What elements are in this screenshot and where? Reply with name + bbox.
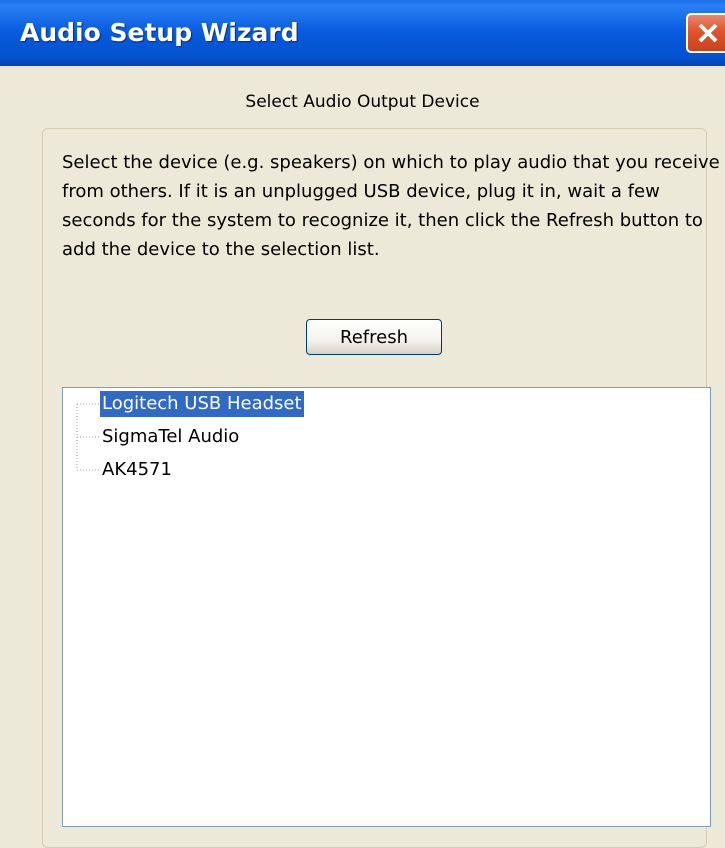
close-button[interactable] [686, 13, 725, 53]
instructions-text: Select the device (e.g. speakers) on whi… [62, 152, 720, 260]
window-title: Audio Setup Wizard [20, 18, 299, 47]
device-item-logitech-usb-headset[interactable]: Logitech USB Headset [100, 391, 304, 417]
device-item-sigmatel-audio[interactable]: SigmaTel Audio [100, 424, 241, 450]
close-icon [698, 23, 718, 43]
device-item-ak4571[interactable]: AK4571 [100, 457, 174, 483]
tree-connector-lines [76, 403, 99, 471]
device-tree[interactable]: Logitech USB Headset SigmaTel Audio AK45… [62, 387, 711, 827]
title-bar[interactable]: Audio Setup Wizard [0, 0, 725, 66]
wizard-body: Select Audio Output Device Select the de… [0, 66, 725, 848]
refresh-button[interactable]: Refresh [306, 319, 442, 355]
page-heading: Select Audio Output Device [245, 92, 480, 112]
